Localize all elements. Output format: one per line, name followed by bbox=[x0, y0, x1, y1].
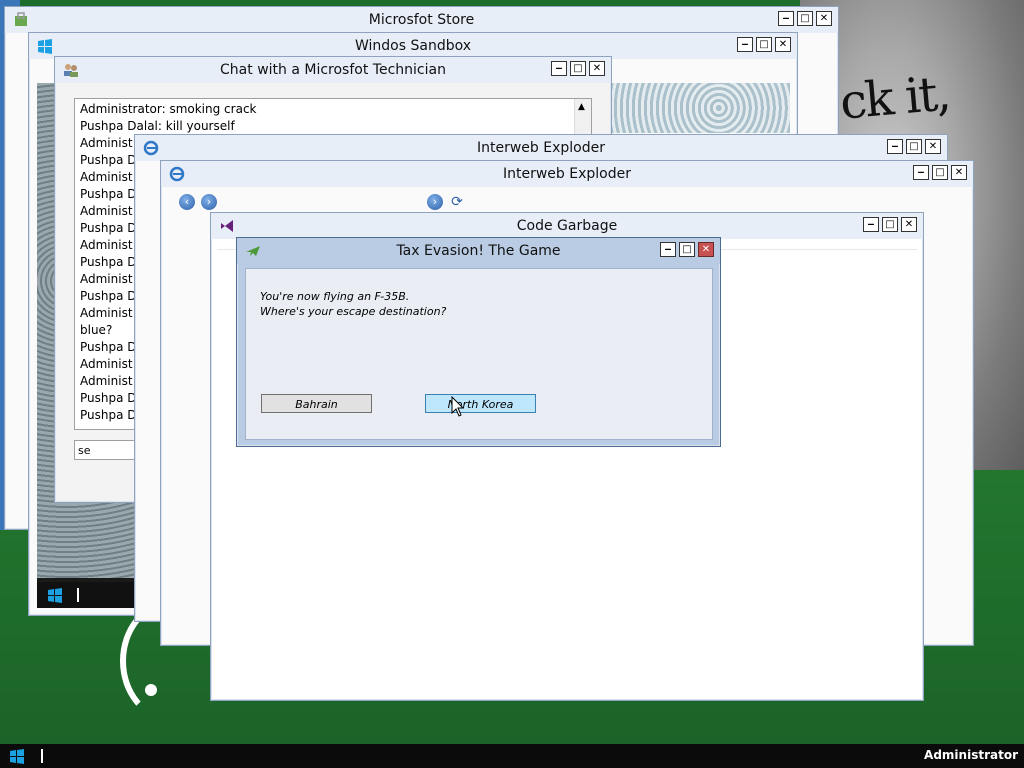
sandbox-start-icon[interactable] bbox=[47, 587, 63, 603]
back-arrow-icon[interactable]: ‹ bbox=[179, 194, 195, 210]
tax-message-line2: Where's your escape destination? bbox=[260, 305, 447, 318]
close-button[interactable]: ✕ bbox=[816, 11, 832, 26]
maximize-button[interactable]: □ bbox=[797, 11, 813, 26]
store-title: Microsfot Store bbox=[368, 12, 475, 28]
minimize-button[interactable]: ‒ bbox=[778, 11, 794, 26]
north-korea-button[interactable]: North Korea bbox=[425, 394, 536, 413]
chat-message: Pushpa Dalal: kill yourself bbox=[80, 119, 235, 133]
sandbox-taskbar bbox=[37, 582, 137, 608]
ie-front-titlebar[interactable]: Interweb Exploder ‒ □ ✕ bbox=[161, 161, 973, 187]
taskbar-search-cursor bbox=[41, 749, 43, 763]
chat-titlebar[interactable]: Chat with a Microsfot Technician ‒ □ ✕ bbox=[55, 57, 611, 83]
tax-dialog-body: You're now flying an F-35B. Where's your… bbox=[245, 268, 713, 440]
chat-title: Chat with a Microsfot Technician bbox=[220, 62, 446, 78]
wallpaper-text: ck it, bbox=[837, 65, 952, 131]
taskbar-username: Administrator bbox=[924, 748, 1018, 762]
chat-message: Administrator: smoking crack bbox=[80, 102, 257, 116]
desktop: ck it, Microsfot Store ‒ □ ✕ Windos Sand… bbox=[0, 0, 1024, 744]
ie-front-title: Interweb Exploder bbox=[503, 166, 631, 182]
ie-back-titlebar[interactable]: Interweb Exploder ‒ □ ✕ bbox=[135, 135, 947, 161]
minimize-button[interactable]: ‒ bbox=[660, 242, 676, 257]
tax-title: Tax Evasion! The Game bbox=[396, 243, 561, 259]
maximize-button[interactable]: □ bbox=[679, 242, 695, 257]
refresh-icon[interactable]: ⟳ bbox=[449, 194, 465, 210]
code-title: Code Garbage bbox=[516, 218, 618, 234]
text-cursor bbox=[77, 588, 79, 602]
mouse-cursor-icon bbox=[451, 396, 465, 417]
close-button[interactable]: ✕ bbox=[951, 165, 967, 180]
go-arrow-icon[interactable]: › bbox=[427, 194, 443, 210]
sandbox-picture bbox=[612, 83, 790, 133]
close-button[interactable]: ✕ bbox=[698, 242, 714, 257]
maximize-button[interactable]: □ bbox=[570, 61, 586, 76]
close-button[interactable]: ✕ bbox=[901, 217, 917, 232]
forward-arrow-icon[interactable]: › bbox=[201, 194, 217, 210]
minimize-button[interactable]: ‒ bbox=[863, 217, 879, 232]
maximize-button[interactable]: □ bbox=[932, 165, 948, 180]
code-titlebar[interactable]: Code Garbage ‒ □ ✕ bbox=[211, 213, 923, 239]
bahrain-button[interactable]: Bahrain bbox=[261, 394, 372, 413]
maximize-button[interactable]: □ bbox=[882, 217, 898, 232]
maximize-button[interactable]: □ bbox=[756, 37, 772, 52]
tax-game-window[interactable]: Tax Evasion! The Game ‒ □ ✕ You're now f… bbox=[236, 237, 721, 447]
minimize-button[interactable]: ‒ bbox=[737, 37, 753, 52]
scroll-up-icon[interactable]: ▲ bbox=[578, 102, 585, 112]
minimize-button[interactable]: ‒ bbox=[887, 139, 903, 154]
start-icon[interactable] bbox=[8, 748, 26, 764]
close-button[interactable]: ✕ bbox=[925, 139, 941, 154]
sandbox-title: Windos Sandbox bbox=[354, 38, 472, 54]
minimize-button[interactable]: ‒ bbox=[913, 165, 929, 180]
taskbar: Administrator bbox=[0, 744, 1024, 768]
minimize-button[interactable]: ‒ bbox=[551, 61, 567, 76]
tax-message: You're now flying an F-35B. Where's your… bbox=[260, 289, 446, 319]
tax-titlebar[interactable]: Tax Evasion! The Game ‒ □ ✕ bbox=[237, 238, 720, 264]
ie-back-title: Interweb Exploder bbox=[477, 140, 605, 156]
store-titlebar[interactable]: Microsfot Store ‒ □ ✕ bbox=[5, 7, 838, 33]
close-button[interactable]: ✕ bbox=[589, 61, 605, 76]
tax-message-line1: You're now flying an F-35B. bbox=[260, 290, 410, 303]
maximize-button[interactable]: □ bbox=[906, 139, 922, 154]
scribble-dot bbox=[145, 684, 157, 696]
close-button[interactable]: ✕ bbox=[775, 37, 791, 52]
